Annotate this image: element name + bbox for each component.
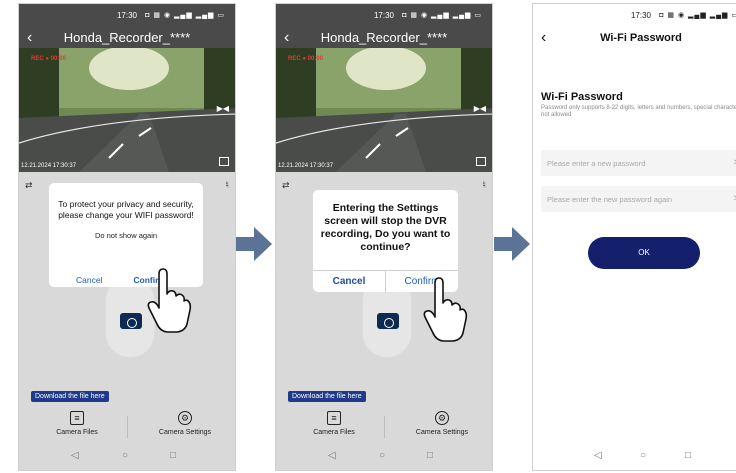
video-timestamp: 12.21.2024 17:30:37	[21, 163, 77, 169]
mirror-icon[interactable]: ▶◀	[217, 104, 229, 113]
nav-recent-icon[interactable]: □	[685, 450, 691, 461]
file-icon: ≡	[327, 411, 341, 425]
phone-screen-recorder-privacy: 17:30 ◘ ▦ ◉ ▂▄▆ ▂▄▆ ▭ ‹ Honda_Recorder_*…	[18, 3, 236, 471]
microphone-icon[interactable]: ♮	[482, 180, 486, 191]
nav-home-icon[interactable]: ○	[122, 450, 128, 461]
video-timestamp: 12.21.2024 17:30:37	[278, 163, 334, 169]
status-icons: ◘ ▦ ◉ ▂▄▆ ▂▄▆ ▭	[402, 12, 482, 19]
section-heading: Wi-Fi Password	[541, 91, 623, 103]
new-password-field: ≻‿	[541, 150, 736, 176]
gear-icon: ⚙	[178, 411, 192, 425]
tap-hand-icon	[147, 268, 192, 333]
mirror-icon[interactable]: ▶◀	[474, 104, 486, 113]
camera-icon[interactable]	[120, 313, 142, 329]
nav-back-icon[interactable]: ◁	[594, 450, 602, 461]
arrow-right-icon	[236, 227, 272, 261]
confirm-password-field: ≻‿	[541, 186, 736, 212]
tab-camera-files-label: Camera Files	[313, 429, 355, 436]
confirm-password-input[interactable]	[547, 186, 717, 212]
tab-camera-files-label: Camera Files	[56, 429, 98, 436]
nav-bar: ‹ Wi-Fi Password	[533, 26, 736, 52]
cancel-button[interactable]: Cancel	[313, 276, 385, 287]
microphone-icon[interactable]: ♮	[225, 180, 229, 191]
system-nav-bar: ◁ ○ □	[19, 450, 235, 466]
fullscreen-icon[interactable]	[219, 157, 229, 166]
fullscreen-icon[interactable]	[476, 157, 486, 166]
password-hint: Password only supports 8-22 digits, lett…	[541, 105, 736, 118]
gear-icon: ⚙	[435, 411, 449, 425]
bottom-tab-bar: ≡ Camera Files ⚙ Camera Settings	[19, 411, 235, 447]
bottom-tab-bar: ≡ Camera Files ⚙ Camera Settings	[276, 411, 492, 447]
nav-recent-icon[interactable]: □	[427, 450, 433, 461]
page-title: Honda_Recorder_****	[320, 30, 448, 45]
nav-back-icon[interactable]: ◁	[328, 450, 336, 461]
stop-recording-dialog-message: Entering the Settings screen will stop t…	[320, 202, 451, 253]
nav-back-icon[interactable]: ◁	[71, 450, 79, 461]
file-icon: ≡	[70, 411, 84, 425]
live-video-preview[interactable]: REC ● 00:00 ▶◀ 12.21.2024 17:30:37	[276, 48, 492, 172]
tab-camera-settings-label: Camera Settings	[158, 429, 212, 436]
system-nav-bar: ◁ ○ □	[533, 450, 736, 466]
switch-camera-icon[interactable]: ⇄	[25, 180, 33, 191]
tab-camera-files[interactable]: ≡ Camera Files	[27, 411, 127, 436]
download-tooltip: Download the file here	[288, 391, 366, 402]
status-icons: ◘ ▦ ◉ ▂▄▆ ▂▄▆ ▭	[145, 12, 225, 19]
recording-indicator: REC ● 00:00	[31, 56, 66, 62]
recording-indicator: REC ● 00:00	[288, 56, 323, 62]
system-nav-bar: ◁ ○ □	[276, 450, 492, 466]
live-video-preview[interactable]: REC ● 00:00 ▶◀ 12.21.2024 17:30:37	[19, 48, 235, 172]
page-title: Honda_Recorder_****	[63, 30, 191, 45]
status-bar: 17:30 ◘ ▦ ◉ ▂▄▆ ▂▄▆ ▭	[19, 4, 235, 26]
tab-camera-settings-label: Camera Settings	[415, 429, 469, 436]
tutorial-canvas: 17:30 ◘ ▦ ◉ ▂▄▆ ▂▄▆ ▭ ‹ Honda_Recorder_*…	[0, 0, 736, 473]
tab-camera-settings[interactable]: ⚙ Camera Settings	[392, 411, 492, 436]
tab-camera-settings[interactable]: ⚙ Camera Settings	[135, 411, 235, 436]
privacy-dialog-message: To protect your privacy and security, pl…	[58, 199, 194, 220]
do-not-show-again-option[interactable]: Do not show again	[49, 231, 203, 240]
camera-icon[interactable]	[377, 313, 399, 329]
page-title: Wi-Fi Password	[600, 32, 682, 44]
arrow-right-icon	[494, 227, 530, 261]
nav-home-icon[interactable]: ○	[640, 450, 646, 461]
road-scene-image	[19, 48, 235, 172]
status-bar: 17:30 ◘ ▦ ◉ ▂▄▆ ▂▄▆ ▭	[533, 4, 736, 26]
phone-screen-wifi-password: 17:30 ◘ ▦ ◉ ▂▄▆ ▂▄▆ ▭ ‹ Wi-Fi Password W…	[532, 3, 736, 471]
status-bar: 17:30 ◘ ▦ ◉ ▂▄▆ ▂▄▆ ▭	[276, 4, 492, 26]
ok-button[interactable]: OK	[588, 237, 700, 269]
phone-screen-recorder-settings: 17:30 ◘ ▦ ◉ ▂▄▆ ▂▄▆ ▭ ‹ Honda_Recorder_*…	[275, 3, 493, 471]
switch-camera-icon[interactable]: ⇄	[282, 180, 290, 191]
cancel-button[interactable]: Cancel	[76, 275, 102, 285]
download-tooltip: Download the file here	[31, 391, 109, 402]
road-scene-image	[276, 48, 492, 172]
status-icons: ◘ ▦ ◉ ▂▄▆ ▂▄▆ ▭	[659, 12, 736, 19]
nav-recent-icon[interactable]: □	[170, 450, 176, 461]
tab-camera-files[interactable]: ≡ Camera Files	[284, 411, 384, 436]
nav-home-icon[interactable]: ○	[379, 450, 385, 461]
tap-hand-icon	[423, 277, 468, 342]
new-password-input[interactable]	[547, 150, 717, 176]
